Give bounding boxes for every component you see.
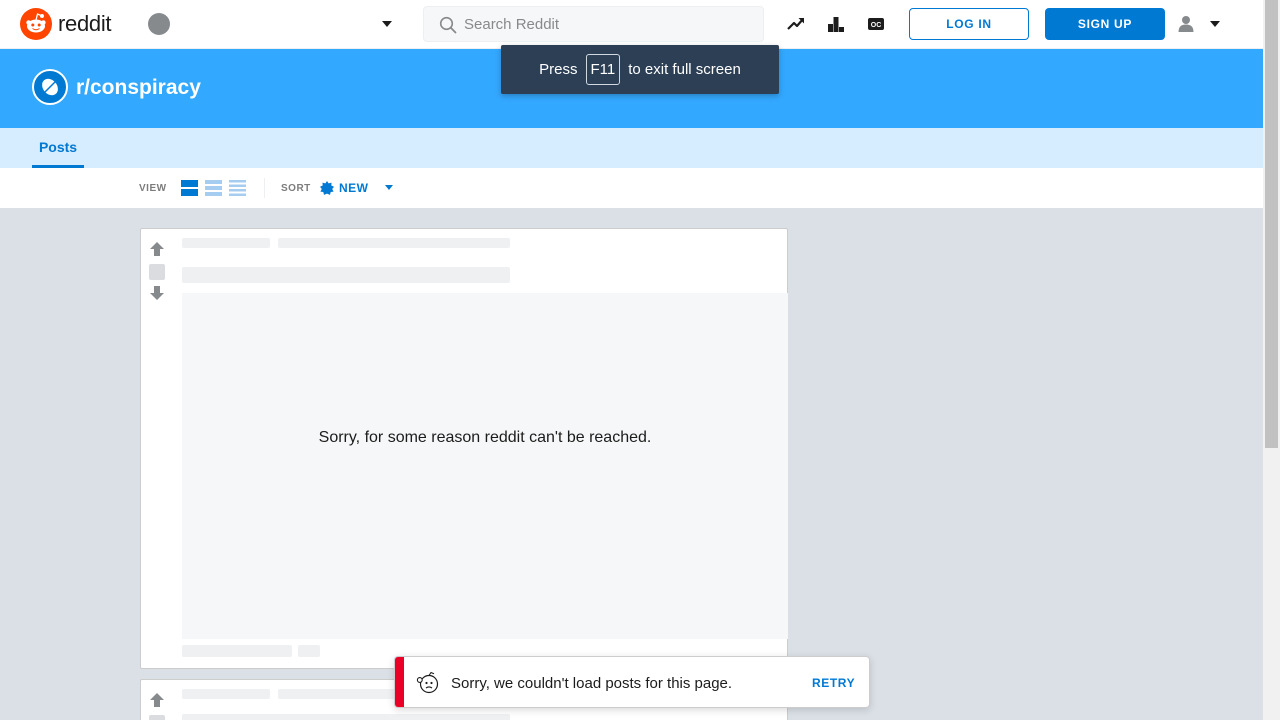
- reddit-logo[interactable]: reddit: [20, 8, 112, 40]
- view-sort-divider: [264, 178, 265, 198]
- user-menu-icon[interactable]: [1176, 14, 1196, 34]
- sort-dropdown-chevron-icon[interactable]: [385, 185, 393, 190]
- trending-icon[interactable]: [786, 14, 806, 34]
- view-label: VIEW: [139, 183, 167, 194]
- view-sort-bar: VIEW SORT NEW: [0, 168, 1263, 208]
- top-header: reddit OC LOG IN SIGN UP: [0, 0, 1263, 49]
- post-title-placeholder: [182, 267, 510, 283]
- fullscreen-notice-prefix: Press: [539, 61, 578, 78]
- post-meta-placeholder: [182, 689, 270, 699]
- sign-up-button[interactable]: SIGN UP: [1045, 8, 1165, 40]
- sort-value[interactable]: NEW: [339, 181, 369, 195]
- toast-error-message: Sorry, we couldn't load posts for this p…: [451, 675, 733, 692]
- retry-button[interactable]: RETRY: [812, 676, 855, 690]
- card-view-icon[interactable]: [181, 180, 198, 196]
- fullscreen-notice: Press F11 to exit full screen: [501, 45, 779, 94]
- search-icon: [439, 16, 457, 34]
- fullscreen-notice-suffix: to exit full screen: [628, 61, 741, 78]
- svg-text:OC: OC: [871, 22, 882, 29]
- post-meta-placeholder: [278, 238, 510, 248]
- compact-view-icon[interactable]: [229, 180, 246, 196]
- sad-snoo-icon: [416, 671, 439, 694]
- reddit-snoo-icon: [20, 8, 52, 40]
- community-avatar-icon[interactable]: [148, 13, 170, 35]
- downvote-arrow-icon[interactable]: [149, 285, 165, 301]
- subreddit-icon: [32, 69, 68, 105]
- error-accent-bar: [395, 657, 404, 707]
- upvote-arrow-icon[interactable]: [149, 692, 165, 708]
- tab-posts[interactable]: Posts: [32, 128, 84, 168]
- post-meta-placeholder: [182, 238, 270, 248]
- community-dropdown-chevron-icon[interactable]: [382, 21, 392, 27]
- post-actions-placeholder: [182, 645, 292, 657]
- feed-error-message: Sorry, for some reason reddit can't be r…: [318, 429, 652, 446]
- user-menu-chevron-icon[interactable]: [1210, 21, 1220, 27]
- logo-wordmark: reddit: [58, 11, 112, 36]
- subreddit-tabs: Posts: [0, 128, 1263, 168]
- search-input[interactable]: [464, 7, 754, 41]
- log-in-button[interactable]: LOG IN: [909, 8, 1029, 40]
- vote-score-placeholder: [149, 715, 165, 720]
- sort-label: SORT: [281, 183, 311, 194]
- vote-score-placeholder: [149, 264, 165, 280]
- fullscreen-key: F11: [585, 54, 621, 85]
- post-title-placeholder: [182, 714, 510, 720]
- classic-view-icon[interactable]: [205, 180, 222, 196]
- scrollbar-thumb[interactable]: [1265, 0, 1278, 448]
- new-sort-icon[interactable]: [320, 181, 334, 195]
- load-error-toast: Sorry, we couldn't load posts for this p…: [394, 656, 870, 708]
- oc-icon[interactable]: OC: [866, 14, 886, 34]
- page-scrollbar[interactable]: [1263, 0, 1280, 720]
- leaderboard-icon[interactable]: [826, 14, 846, 34]
- search-box[interactable]: [423, 6, 764, 42]
- post-content-area: Sorry, for some reason reddit can't be r…: [182, 293, 788, 639]
- subreddit-name[interactable]: r/conspiracy: [76, 76, 201, 100]
- upvote-arrow-icon[interactable]: [149, 241, 165, 257]
- post-card: Sorry, for some reason reddit can't be r…: [140, 228, 788, 669]
- post-actions-placeholder: [298, 645, 320, 657]
